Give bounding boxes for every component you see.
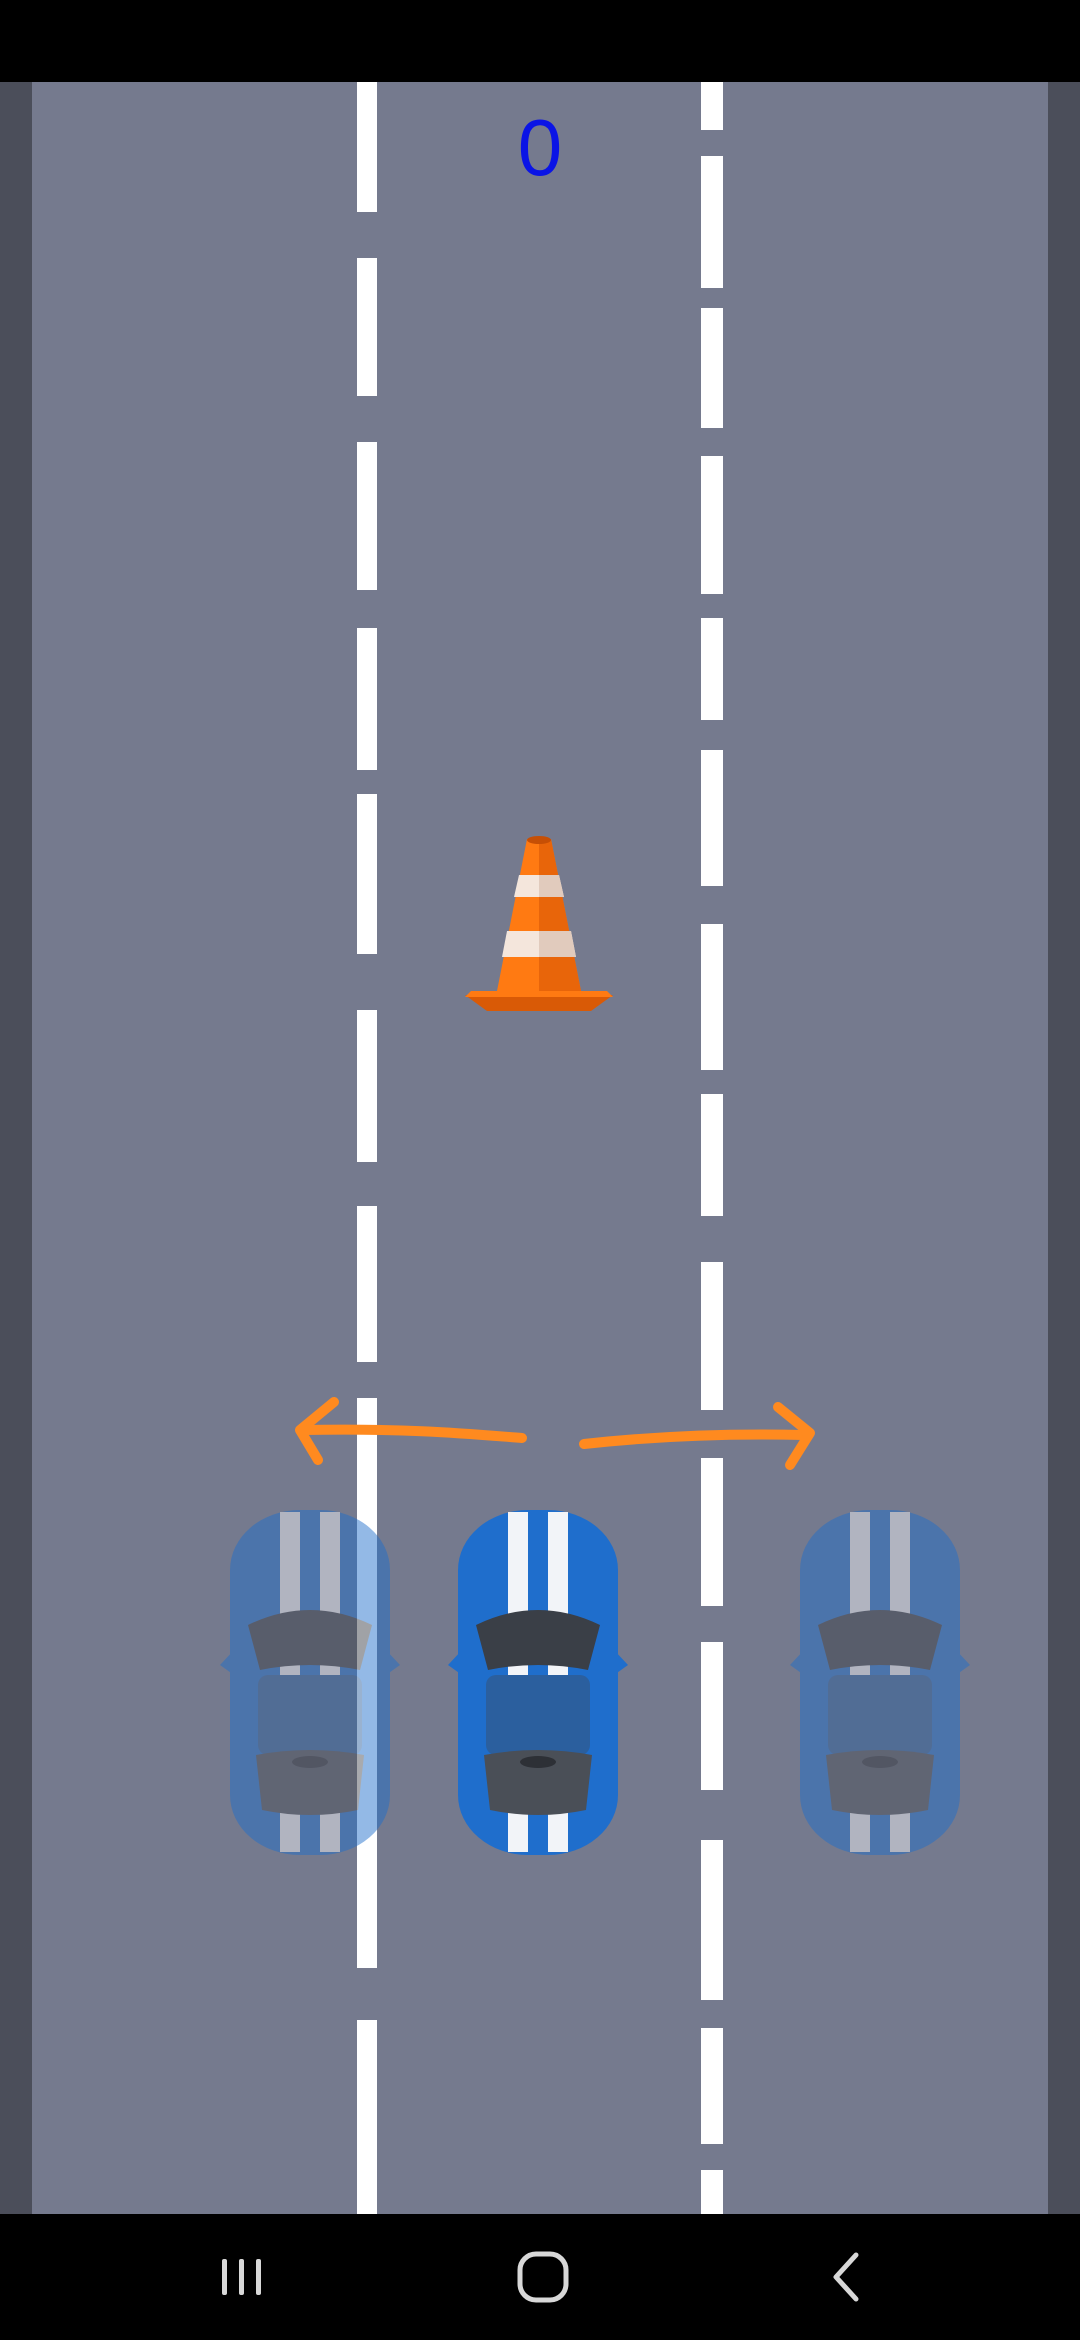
lane-dash	[357, 258, 377, 396]
score-counter: 0	[517, 103, 563, 192]
lane-dash	[701, 2170, 723, 2214]
lane-dash	[701, 924, 723, 1070]
lane-dash	[357, 1010, 377, 1162]
left-road-shoulder	[0, 82, 32, 2214]
lane-dash	[357, 1206, 377, 1362]
back-icon	[833, 2252, 859, 2302]
lane-divider-left	[357, 82, 377, 2214]
lane-dash	[357, 794, 377, 954]
lane-dash	[357, 628, 377, 770]
game-canvas[interactable]	[0, 82, 1080, 2214]
sports-car-icon	[220, 1510, 400, 1855]
lane-dash	[701, 1262, 723, 1410]
navigation-bar	[0, 2214, 1080, 2340]
lane-divider-right	[701, 82, 723, 2214]
home-icon	[517, 2251, 569, 2303]
lane-dash	[357, 2020, 377, 2214]
lane-dash	[701, 1094, 723, 1216]
arrow-left-icon	[295, 1397, 527, 1465]
status-bar	[0, 0, 1080, 82]
lane-dash	[701, 2028, 723, 2144]
recent-apps-button[interactable]	[202, 2244, 282, 2310]
arrow-right-icon	[579, 1402, 815, 1470]
traffic-cone-icon	[465, 836, 613, 1011]
home-button[interactable]	[503, 2244, 583, 2310]
back-button[interactable]	[806, 2244, 886, 2310]
lane-dash	[701, 1642, 723, 1790]
lane-dash	[701, 750, 723, 886]
right-road-shoulder	[1048, 82, 1080, 2214]
sports-car-icon	[790, 1510, 970, 1855]
recent-apps-icon	[222, 2259, 261, 2295]
lane-dash	[701, 456, 723, 594]
lane-dash	[357, 442, 377, 590]
lane-dash	[701, 618, 723, 720]
lane-dash	[701, 308, 723, 428]
lane-dash	[701, 1458, 723, 1606]
sports-car-icon	[448, 1510, 628, 1855]
lane-dash	[701, 1840, 723, 2000]
